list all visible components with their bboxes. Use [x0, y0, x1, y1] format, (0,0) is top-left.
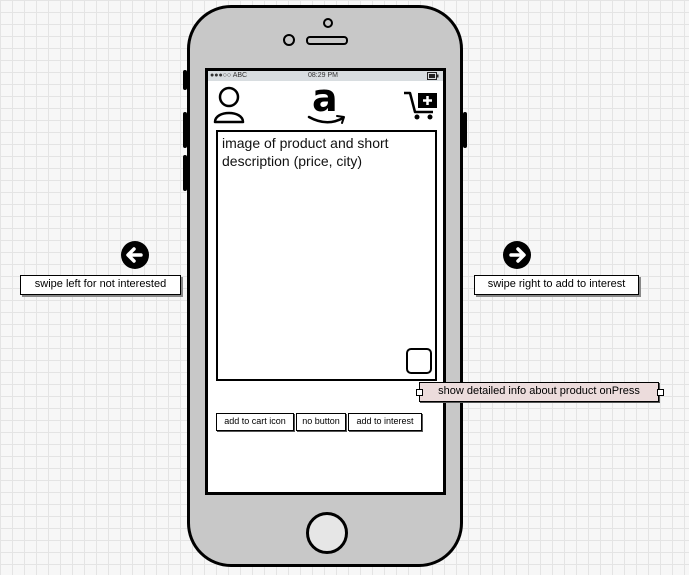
- home-button[interactable]: [306, 512, 348, 554]
- note-handle-left: [416, 389, 423, 396]
- phone-volume-down-button: [183, 155, 187, 191]
- arrow-left-icon: [121, 241, 149, 269]
- battery-icon: [427, 72, 439, 80]
- phone-power-button: [463, 112, 467, 148]
- no-button[interactable]: no button: [296, 413, 346, 431]
- detail-info-note: show detailed info about product onPress: [419, 382, 659, 402]
- add-to-cart-button[interactable]: add to cart icon: [216, 413, 294, 431]
- cart-add-icon[interactable]: [403, 90, 439, 122]
- product-description: image of product and short description (…: [222, 135, 389, 169]
- swipe-left-label: swipe left for not interested: [20, 275, 181, 295]
- swipe-right-label: swipe right to add to interest: [474, 275, 639, 295]
- arrow-right-icon: [503, 241, 531, 269]
- carrier-label: ●●●○○ ABC: [210, 72, 248, 79]
- logo-smile-icon: [307, 115, 345, 124]
- phone-camera: [283, 34, 295, 46]
- note-handle-right: [657, 389, 664, 396]
- phone-speaker: [306, 36, 348, 45]
- user-icon[interactable]: [212, 86, 246, 124]
- detail-info-button[interactable]: [406, 348, 432, 374]
- phone-volume-up-button: [183, 112, 187, 148]
- phone-side-button: [183, 70, 187, 90]
- amazon-logo: a: [304, 76, 348, 126]
- add-to-interest-button[interactable]: add to interest: [348, 413, 422, 431]
- phone-sensor: [323, 18, 333, 28]
